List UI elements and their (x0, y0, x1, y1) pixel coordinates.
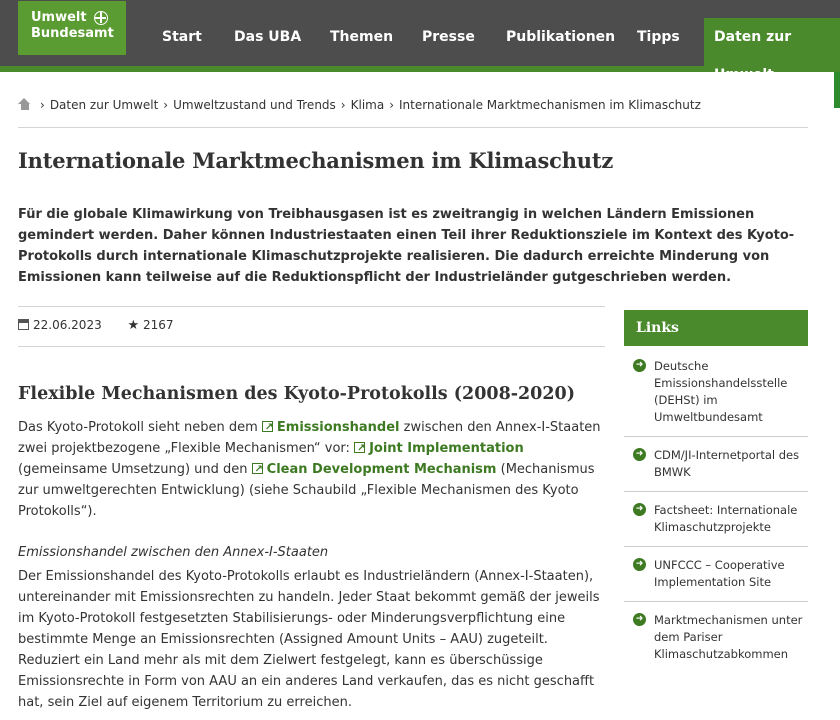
breadcrumb-item-daten-zur-umwelt[interactable]: Daten zur Umwelt (50, 98, 158, 112)
uba-logo[interactable]: Umwelt Bundesamt (18, 1, 126, 55)
arrow-right-icon: ➜ (633, 359, 646, 372)
breadcrumb-separator: › (340, 98, 346, 112)
logo-text-line1: Umwelt (31, 10, 87, 25)
logo-text-line2: Bundesamt (31, 26, 114, 41)
subheading-emissionshandel: Emissionshandel zwischen den Annex-I-Sta… (18, 545, 329, 560)
page-title: Internationale Marktmechanismen im Klima… (18, 148, 614, 173)
sidebar-link-dehst[interactable]: ➜ Deutsche Emissionshandelsstelle (DEHSt)… (624, 346, 808, 437)
nav-presse[interactable]: Presse (422, 0, 475, 66)
links-sidebar: Links ➜ Deutsche Emissionshandelsstelle (… (624, 310, 808, 673)
publish-date: 22.06.2023 (33, 318, 102, 332)
arrow-right-icon: ➜ (633, 558, 646, 571)
link-clean-development-mechanism[interactable]: Clean Development Mechanism (251, 459, 496, 480)
arrow-right-icon: ➜ (633, 503, 646, 516)
external-link-icon (354, 438, 365, 459)
lead-paragraph: Für die globale Klimawirkung von Treibha… (18, 207, 795, 285)
external-link-icon (251, 459, 263, 480)
star-icon: ★ (127, 318, 140, 333)
rating-count: 2167 (143, 318, 174, 332)
breadcrumb-item-klima[interactable]: Klima (351, 98, 385, 112)
links-sidebar-title: Links (624, 310, 808, 346)
arrow-right-icon: ➜ (633, 613, 646, 626)
nav-publikationen[interactable]: Publikationen (506, 0, 615, 66)
sidebar-link-cdm-ji[interactable]: ➜ CDM/JI-Internetportal des BMWK (624, 437, 808, 492)
nav-tipps[interactable]: Tipps (637, 0, 680, 66)
intro-paragraph: Das Kyoto-Protokoll sieht neben dem Emis… (18, 417, 608, 522)
breadcrumb-separator: › (40, 98, 45, 112)
scrollbar-thumb[interactable] (834, 72, 840, 108)
breadcrumb-item-current: Internationale Marktmechanismen im Klima… (399, 98, 701, 112)
calendar-icon (18, 319, 29, 330)
breadcrumb-item-umweltzustand[interactable]: Umweltzustand und Trends (173, 98, 336, 112)
breadcrumb-separator: › (389, 98, 395, 112)
breadcrumb-separator: › (163, 98, 169, 112)
link-joint-implementation[interactable]: Joint Implementation (354, 438, 524, 459)
breadcrumb: › Daten zur Umwelt › Umweltzustand und Tren… (18, 98, 701, 112)
nav-start[interactable]: Start (162, 0, 202, 66)
nav-daten-zur-umwelt[interactable]: Daten zur Umwelt (704, 18, 840, 83)
divider (18, 127, 808, 128)
home-icon[interactable] (18, 98, 31, 110)
divider (18, 346, 605, 347)
body-paragraph: Der Emissionshandel des Kyoto-Protokolls… (18, 569, 600, 710)
sidebar-link-marktmechanismen[interactable]: ➜ Marktmechanismen unter dem Pariser Klim… (624, 602, 808, 673)
globe-icon (94, 11, 108, 25)
nav-das-uba[interactable]: Das UBA (234, 0, 301, 66)
sidebar-link-unfccc[interactable]: ➜ UNFCCC – Cooperative Implementation Sit… (624, 547, 808, 602)
nav-themen[interactable]: Themen (330, 0, 393, 66)
external-link-icon (261, 417, 273, 438)
section-heading: Flexible Mechanismen des Kyoto-Protokoll… (18, 384, 575, 404)
sidebar-link-factsheet[interactable]: ➜ Factsheet: Internationale Klimaschutzpr… (624, 492, 808, 547)
article-meta: 22.06.2023 ★ 2167 (18, 318, 174, 333)
arrow-right-icon: ➜ (633, 448, 646, 461)
divider (18, 306, 605, 307)
link-emissionshandel[interactable]: Emissionshandel (261, 417, 400, 438)
